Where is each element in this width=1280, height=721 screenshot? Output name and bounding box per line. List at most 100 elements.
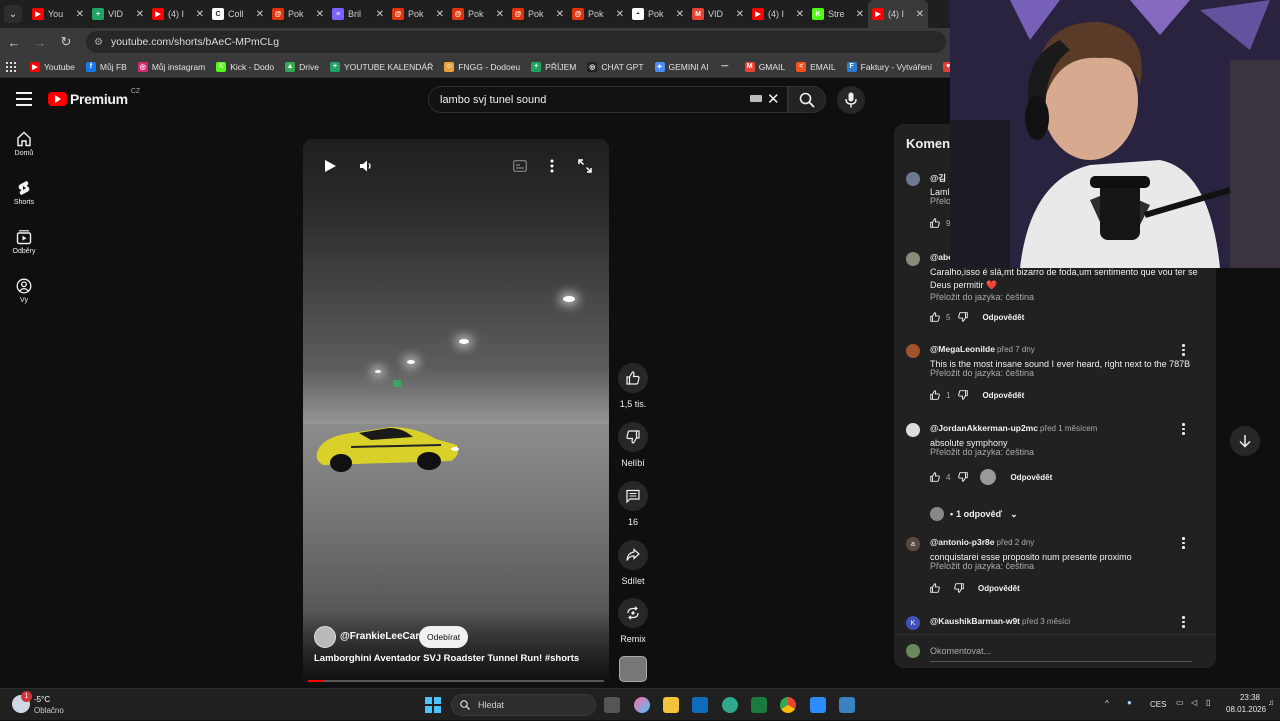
browser-tab[interactable]: ▶ You ✕ — [28, 0, 88, 28]
comment-author[interactable]: @JordanAkkerman-up2mc — [930, 423, 1038, 433]
language-indicator[interactable]: CES — [1150, 700, 1166, 709]
more-options-button[interactable] — [538, 152, 566, 180]
bookmark-item[interactable]: f Můj FB — [85, 61, 127, 72]
captions-button[interactable] — [506, 152, 534, 180]
browser-tab[interactable]: ◓ Pok ✕ — [628, 0, 688, 28]
reply-button[interactable]: Odpovědět — [978, 584, 1020, 593]
browser-tab[interactable]: K Stre ✕ — [808, 0, 868, 28]
comment-timestamp[interactable]: před 1 měsícem — [1040, 424, 1097, 433]
tab-close-icon[interactable]: ✕ — [256, 9, 264, 20]
keyboard-icon[interactable] — [750, 95, 762, 102]
bookmark-item[interactable]: M GMAIL — [744, 61, 785, 72]
subscribe-button[interactable]: Odebírat — [419, 626, 469, 648]
site-info-icon[interactable]: ⚙ — [94, 37, 103, 48]
bookmark-item[interactable]: ♥PNG to PD — [943, 61, 950, 72]
play-button[interactable] — [316, 152, 344, 180]
browser-tab[interactable]: ▶ (4) I ✕ — [148, 0, 208, 28]
thumbs-up-icon[interactable] — [930, 472, 940, 482]
tab-close-icon[interactable]: ✕ — [376, 9, 384, 20]
terminal-icon[interactable] — [751, 697, 767, 713]
windows-start-icon[interactable] — [425, 697, 441, 713]
notifications-bell-icon[interactable]: ♫ — [1268, 698, 1274, 707]
video-title[interactable]: Lamborghini Aventador SVJ Roadster Tunne… — [314, 653, 579, 664]
tab-close-icon[interactable]: ✕ — [76, 9, 84, 20]
clock-date[interactable]: 08.01.2026 — [1226, 705, 1266, 714]
comment-author-avatar[interactable] — [906, 172, 920, 186]
bookmark-item[interactable]: ◎ CHAT GPT — [587, 61, 644, 72]
bookmark-item[interactable]: + PŘÍJEM — [531, 61, 576, 72]
browser-tab[interactable]: ▶ (4) I ✕ — [868, 0, 928, 28]
reply-button[interactable]: Odpovědět — [1010, 473, 1052, 482]
comment-timestamp[interactable]: před 7 dny — [997, 345, 1035, 354]
clear-search-icon[interactable]: ✕ — [767, 90, 780, 108]
volume-tray-icon[interactable]: ◁ — [1191, 698, 1197, 707]
file-explorer-icon[interactable] — [663, 697, 679, 713]
copilot-icon[interactable] — [634, 697, 650, 713]
bookmark-item[interactable]: < EMAIL — [796, 61, 836, 72]
voice-search-button[interactable] — [837, 86, 865, 114]
tab-close-icon[interactable]: ✕ — [196, 9, 204, 20]
reply-button[interactable]: Odpovědět — [982, 391, 1024, 400]
comment-author[interactable]: @antonio-p3r8e — [930, 537, 995, 547]
add-comment-box[interactable]: Okomentovat... — [894, 634, 1216, 668]
comment-author-avatar[interactable] — [906, 344, 920, 358]
youtube-premium-logo[interactable]: Premium CZ — [48, 88, 140, 107]
dislike-button[interactable]: Nelíbí — [617, 422, 649, 468]
comment-author[interactable]: @김 — [930, 173, 946, 183]
nav-subscriptions[interactable]: Odběry — [0, 229, 48, 255]
chrome-icon[interactable] — [780, 697, 796, 713]
browser-tab[interactable]: C Coll ✕ — [208, 0, 268, 28]
forward-icon[interactable]: → — [28, 30, 52, 54]
tab-close-icon[interactable]: ✕ — [736, 9, 744, 20]
bookmark-item[interactable]: ◎ Můj instagram — [137, 61, 205, 72]
comment-more-icon[interactable] — [1182, 344, 1186, 358]
shorts-video-player[interactable]: @FrankieLeeCars Odebírat Lamborghini Ave… — [303, 139, 609, 684]
volume-button[interactable] — [352, 152, 380, 180]
tab-close-icon[interactable]: ✕ — [676, 9, 684, 20]
remix-button[interactable]: Remix — [617, 598, 649, 644]
next-short-button[interactable] — [1230, 426, 1260, 456]
nav-shorts[interactable]: Shorts — [0, 180, 48, 206]
video-progress-bar[interactable] — [308, 680, 604, 682]
bookmark-item[interactable]: ✦ GEMINI AI — [654, 61, 709, 72]
thumbs-down-icon[interactable] — [954, 583, 964, 593]
task-view-icon[interactable] — [604, 697, 620, 713]
back-icon[interactable]: ← — [2, 30, 26, 54]
browser-tab[interactable]: ≡ Bril ✕ — [328, 0, 388, 28]
reply-button[interactable]: Odpovědět — [982, 313, 1024, 322]
weather-widget[interactable]: 1 -5°C Oblačno — [12, 691, 72, 717]
channel-avatar[interactable] — [314, 626, 336, 648]
network-icon[interactable]: ▭ — [1176, 698, 1184, 707]
bookmark-item[interactable]: ☺ FNGG - Dodoeu — [444, 61, 520, 72]
translate-link[interactable]: Přeložit do jazyka: čeština — [930, 447, 1034, 457]
translate-link[interactable]: Přeložit do jazyka: čeština — [930, 561, 1034, 571]
app-icon[interactable] — [810, 697, 826, 713]
tab-close-icon[interactable]: ✕ — [856, 9, 864, 20]
share-button[interactable]: Sdílet — [617, 540, 649, 586]
fullscreen-button[interactable] — [571, 152, 599, 180]
replies-toggle-button[interactable]: • 1 odpověď ⌄ — [930, 507, 1018, 521]
comment-author-avatar[interactable] — [906, 423, 920, 437]
outlook-icon[interactable] — [692, 697, 708, 713]
battery-icon[interactable]: ▯ — [1206, 698, 1210, 707]
browser-tab[interactable]: ▶ (4) I ✕ — [748, 0, 808, 28]
comment-more-icon[interactable] — [1182, 537, 1186, 551]
search-input[interactable]: lambo svj tunel sound — [428, 86, 788, 113]
tab-close-icon[interactable]: ✕ — [796, 9, 804, 20]
thumbs-down-icon[interactable] — [958, 390, 969, 400]
channel-name[interactable]: @FrankieLeeCars — [340, 631, 425, 642]
translate-link[interactable]: Přeložit do jazyka: čeština — [930, 368, 1034, 378]
apps-grid-icon[interactable] — [6, 61, 16, 72]
thumbs-up-icon[interactable] — [930, 583, 940, 593]
tab-close-icon[interactable]: ✕ — [136, 9, 144, 20]
comment-timestamp[interactable]: před 2 dny — [997, 538, 1035, 547]
tab-close-icon[interactable]: ✕ — [496, 9, 504, 20]
tab-close-icon[interactable]: ✕ — [316, 9, 324, 20]
edge-icon[interactable] — [722, 697, 738, 713]
translate-link[interactable]: Přeložit do jazyka: čeština — [930, 292, 1034, 302]
comment-more-icon[interactable] — [1182, 616, 1186, 630]
thumbs-up-icon[interactable] — [930, 218, 940, 228]
bookmark-item[interactable]: ▶ Youtube — [30, 61, 75, 72]
tab-close-icon[interactable]: ✕ — [616, 9, 624, 20]
reload-icon[interactable]: ↻ — [54, 30, 78, 54]
